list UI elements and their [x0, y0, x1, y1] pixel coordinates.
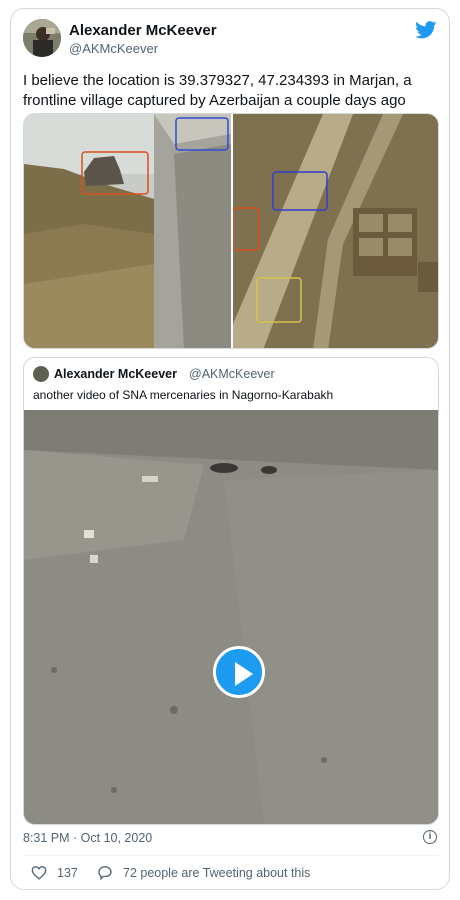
avatar-image — [23, 19, 61, 57]
terrain-photo — [24, 114, 231, 348]
media-grid[interactable] — [23, 113, 439, 349]
conversation-label: 72 people are Tweeting about this — [123, 865, 311, 880]
quoted-tweet-text: another video of SNA mercenaries in Nago… — [33, 388, 334, 402]
play-icon — [235, 662, 253, 686]
conversation-link[interactable]: 72 people are Tweeting about this — [97, 865, 310, 880]
author-name[interactable]: Alexander McKeever — [69, 22, 217, 39]
author-handle[interactable]: @AKMcKeever — [69, 41, 158, 56]
like-count: 137 — [57, 865, 78, 880]
media-photo-terrain[interactable] — [24, 114, 231, 348]
tweet-text: I believe the location is 39.379327, 47.… — [23, 72, 412, 109]
twitter-bird-icon[interactable] — [415, 21, 437, 39]
quoted-author-avatar — [33, 366, 49, 382]
divider — [23, 855, 439, 856]
quoted-author-handle: @AKMcKeever — [189, 367, 275, 381]
quoted-tweet[interactable]: Alexander McKeever @AKMcKeever another v… — [23, 357, 439, 825]
heart-icon — [31, 866, 47, 880]
quoted-author-name: Alexander McKeever — [54, 367, 177, 381]
author-avatar[interactable] — [23, 19, 61, 57]
satellite-photo — [233, 114, 438, 348]
video-frame — [24, 410, 438, 824]
media-photo-satellite[interactable] — [233, 114, 438, 348]
info-icon[interactable]: i — [423, 830, 437, 844]
like-button[interactable]: 137 — [31, 865, 78, 880]
tweet-timestamp[interactable]: 8:31 PM · Oct 10, 2020 — [23, 831, 152, 845]
video-player[interactable] — [24, 410, 438, 824]
speech-bubble-icon — [98, 866, 112, 880]
tweet-card: Alexander McKeever @AKMcKeever I believe… — [10, 8, 450, 890]
play-button[interactable] — [213, 646, 265, 698]
